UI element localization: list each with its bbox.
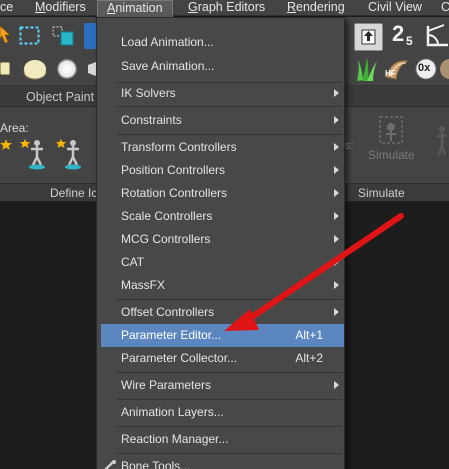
box-shape-icon[interactable] [0,62,10,75]
snap-small-label: 5 [406,34,413,48]
menu-item-label: Constraints [121,113,182,127]
menu-item-label: Wire Parameters [121,378,212,392]
snap-2-5-icon[interactable]: 2 5 [391,21,419,51]
menu-separator [117,372,342,373]
menu-civil-view[interactable]: Civil View [368,0,422,16]
submenu-arrow-icon [334,235,339,243]
menu-separator [117,453,342,454]
menu-item-transform-controllers[interactable]: Transform Controllers [101,136,344,159]
menu-separator [117,426,342,427]
submenu-arrow-icon [334,166,339,174]
menu-partial-right[interactable]: C [441,0,449,16]
menu-item-label: Load Animation... [121,35,214,49]
menu-item-position-controllers[interactable]: Position Controllers [101,159,344,182]
submenu-arrow-icon [334,189,339,197]
texture-ball-icon[interactable] [438,57,449,81]
menu-item-label: CAT [121,255,145,269]
menu-item-label: Position Controllers [121,163,226,177]
animation-menu: Load Animation... Save Animation... IK S… [96,17,345,469]
area-label: Area: [0,121,29,135]
partial-shape-icon[interactable] [88,62,96,76]
menu-item-cat[interactable]: CAT [101,251,344,274]
menu-item-label: IK Solvers [121,86,176,100]
teal-select-object-icon[interactable] [52,24,76,48]
menu-item-animation-layers[interactable]: Animation Layers... [101,401,344,424]
sphere-shape-icon[interactable] [22,58,48,80]
menu-separator [117,399,342,400]
upload-arrow-icon [361,29,376,45]
menu-animation[interactable]: Animation [97,0,173,17]
menu-item-scale-controllers[interactable]: Scale Controllers [101,205,344,228]
menu-item-rotation-controllers[interactable]: Rotation Controllers [101,182,344,205]
simulate-button[interactable]: Simulate [368,148,415,162]
submenu-arrow-icon [334,212,339,220]
simulate-section-label: Simulate [358,186,405,200]
submenu-arrow-icon [334,116,339,124]
menu-item-parameter-collector[interactable]: Parameter Collector... Alt+2 [101,347,344,370]
menu-item-label: Parameter Editor... [121,328,222,342]
menu-separator [117,134,342,135]
menu-item-wire-parameters[interactable]: Wire Parameters [101,374,344,397]
star-figure-icon-1[interactable] [0,137,14,157]
menu-modifiers[interactable]: Modifiers [35,0,86,16]
footer-divider [346,184,347,203]
ghost-figure-icon[interactable] [430,123,449,165]
menu-item-offset-controllers[interactable]: Offset Controllers [101,301,344,324]
menu-item-label: Parameter Collector... [121,351,238,365]
menu-item-label: Scale Controllers [121,209,213,223]
menu-item-label: Bone Tools... [121,459,191,469]
menu-graph-editors[interactable]: Graph Editors [188,0,265,16]
snap-label: 2 [392,21,405,46]
object-paint-label: Object Paint [26,90,95,104]
submenu-arrow-icon [334,308,339,316]
menu-item-label: Animation Layers... [121,405,224,419]
hf-icon[interactable]: HF [385,69,396,78]
menu-item-label: Rotation Controllers [121,186,228,200]
shortcut-label: Alt+2 [295,351,323,365]
menu-item-save-animation[interactable]: Save Animation... [101,55,344,78]
arrow-cursor-icon[interactable] [0,26,12,44]
submenu-arrow-icon [334,89,339,97]
angle-snap-icon[interactable] [424,23,449,51]
submenu-arrow-icon [334,258,339,266]
menu-item-label: Transform Controllers [121,140,237,154]
cylinder-shape-icon[interactable] [56,58,78,80]
menu-item-parameter-editor[interactable]: Parameter Editor... Alt+1 [101,324,344,347]
submenu-arrow-icon [334,281,339,289]
menu-bar: ce Modifiers Animation Graph Editors Ren… [0,0,449,17]
simulate-gear-icon[interactable] [372,113,410,149]
blue-toolbar-icon[interactable] [84,23,96,49]
crowd-figure-icon-2[interactable] [20,137,48,171]
bone-tools-icon [104,460,116,469]
menu-item-mcg-controllers[interactable]: MCG Controllers [101,228,344,251]
menu-item-reaction-manager[interactable]: Reaction Manager... [101,428,344,451]
dashed-select-region-icon[interactable] [19,26,41,46]
menu-item-load-animation[interactable]: Load Animation... [101,31,344,54]
menu-item-constraints[interactable]: Constraints [101,109,344,132]
menu-item-label: MassFX [121,278,166,292]
define-label: Define Ic [50,186,98,200]
menu-partial-left[interactable]: ce [0,0,13,16]
shortcut-label: Alt+1 [295,328,323,342]
menu-separator [117,299,342,300]
ss-fragment: s: [345,140,354,152]
menu-item-massfx[interactable]: MassFX [101,274,344,297]
menu-item-label: Save Animation... [121,59,215,73]
menu-item-ik-solvers[interactable]: IK Solvers [101,82,344,105]
zero-x-label: 0x [418,62,431,74]
upload-arrow-button[interactable] [354,23,383,51]
grass-icon[interactable] [354,56,380,82]
menu-item-label: Offset Controllers [121,305,215,319]
menu-item-bone-tools[interactable]: Bone Tools... [101,455,344,469]
menu-separator [117,106,342,107]
crowd-figure-icon-3[interactable] [56,137,84,171]
submenu-arrow-icon [334,381,339,389]
menu-item-label: Reaction Manager... [121,432,229,446]
menu-rendering[interactable]: Rendering [287,0,345,16]
menu-item-label: MCG Controllers [121,232,211,246]
submenu-arrow-icon [334,143,339,151]
